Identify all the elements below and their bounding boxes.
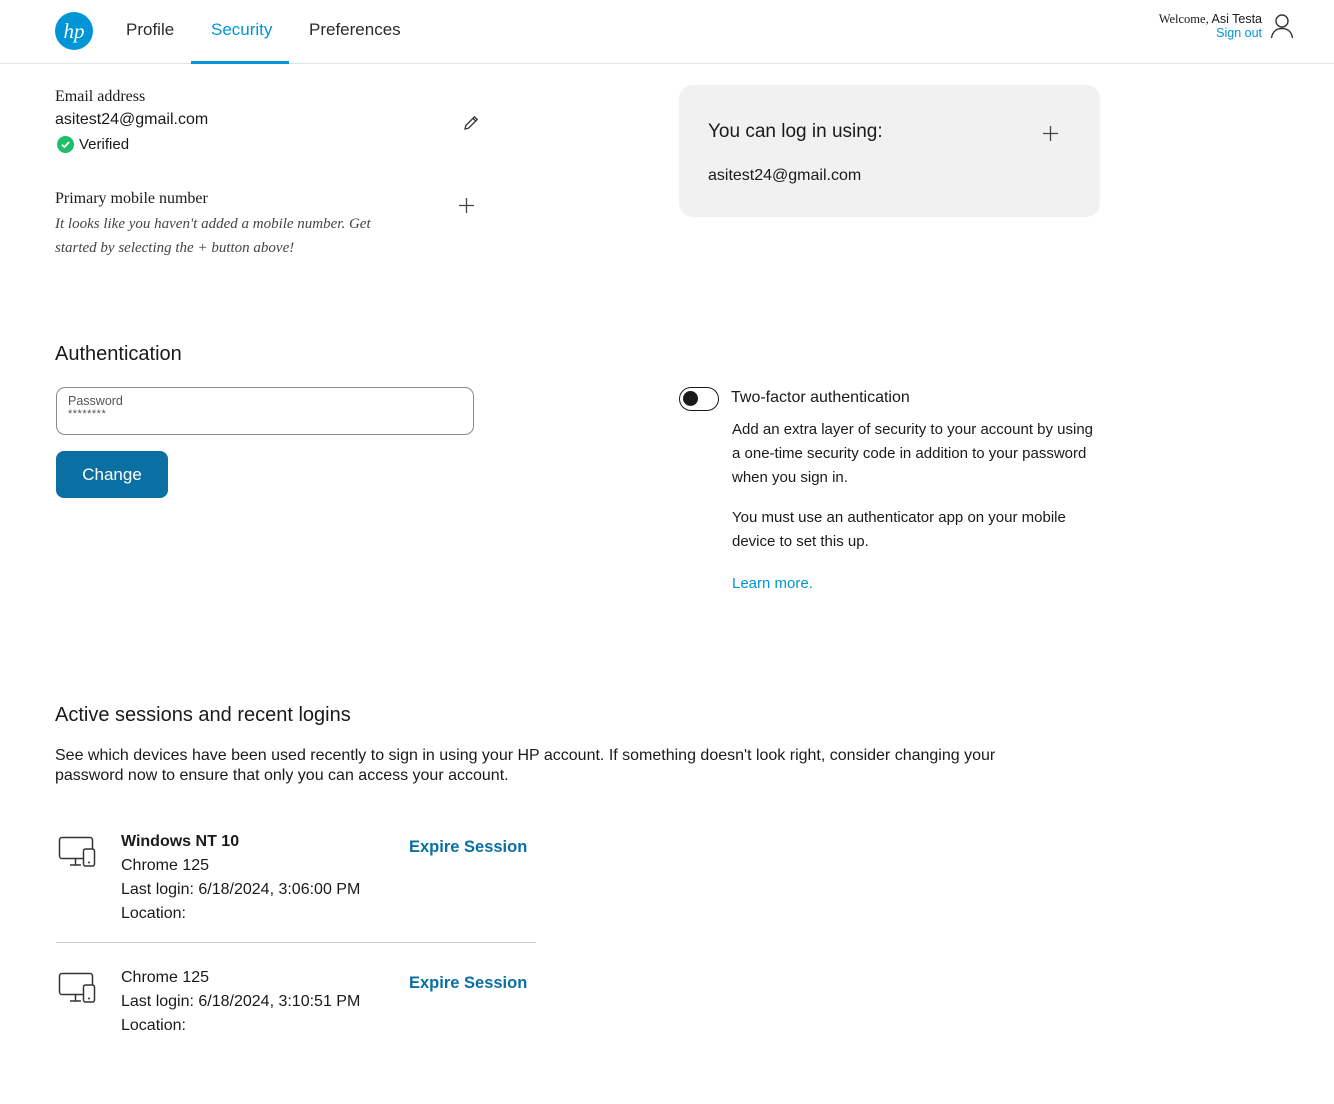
tab-profile[interactable]: Profile (126, 20, 174, 40)
two-factor-toggle[interactable] (679, 387, 719, 411)
expire-session-button[interactable]: Expire Session (409, 974, 527, 993)
pencil-icon[interactable] (462, 114, 480, 132)
sign-out-link[interactable]: Sign out (1159, 26, 1262, 40)
check-icon (57, 136, 74, 153)
login-methods-card: You can log in using: asitest24@gmail.co… (679, 85, 1100, 217)
sessions-title: Active sessions and recent logins (55, 704, 351, 726)
add-mobile-plus-icon[interactable] (458, 197, 475, 214)
device-icon (58, 972, 96, 1003)
login-card-title: You can log in using: (708, 121, 883, 142)
toggle-knob (683, 391, 698, 406)
user-name: Asi Testa (1211, 12, 1263, 26)
mobile-hint: It looks like you haven't added a mobile… (55, 216, 371, 256)
top-header: hp Profile Security Preferences Welcome,… (0, 0, 1334, 64)
two-factor-requirement: You must use an authenticator app on you… (732, 509, 1066, 550)
add-login-plus-icon[interactable] (1042, 125, 1059, 142)
learn-more-link[interactable]: Learn more. (732, 575, 813, 592)
session-divider (56, 942, 536, 943)
session-last-login: Last login: 6/18/2024, 3:06:00 PM (121, 881, 361, 898)
session-last-login: Last login: 6/18/2024, 3:10:51 PM (121, 993, 361, 1010)
welcome-block: Welcome, Asi Testa Sign out (1159, 12, 1262, 40)
active-tab-indicator (191, 61, 289, 64)
password-field[interactable]: Password ******** (56, 387, 474, 435)
login-card-email: asitest24@gmail.com (708, 167, 862, 184)
password-value: ******** (68, 408, 107, 420)
two-factor-description: Add an extra layer of security to your a… (732, 421, 1094, 486)
hp-logo[interactable]: hp (55, 12, 93, 50)
device-icon (58, 836, 96, 867)
session-browser: Chrome 125 (121, 857, 210, 874)
session-browser: Chrome 125 (121, 969, 210, 986)
change-password-button[interactable]: Change (56, 451, 168, 498)
password-label: Password (68, 394, 123, 408)
verified-badge: Verified (57, 136, 129, 153)
two-factor-title: Two-factor authentication (731, 389, 910, 406)
authentication-title: Authentication (55, 343, 182, 365)
tab-security[interactable]: Security (211, 20, 272, 40)
session-location: Location: (121, 1017, 186, 1034)
email-value: asitest24@gmail.com (55, 111, 209, 128)
session-location: Location: (121, 905, 186, 922)
welcome-label: Welcome, (1158, 12, 1209, 26)
svg-text:hp: hp (64, 19, 85, 43)
user-icon[interactable] (1270, 13, 1294, 39)
email-label: Email address (55, 88, 146, 105)
verified-text: Verified (79, 136, 130, 153)
sessions-description: See which devices have been used recentl… (55, 747, 996, 784)
session-os: Windows NT 10 (121, 833, 240, 850)
expire-session-button[interactable]: Expire Session (409, 838, 527, 857)
mobile-label: Primary mobile number (55, 190, 208, 207)
tab-preferences[interactable]: Preferences (309, 20, 401, 40)
